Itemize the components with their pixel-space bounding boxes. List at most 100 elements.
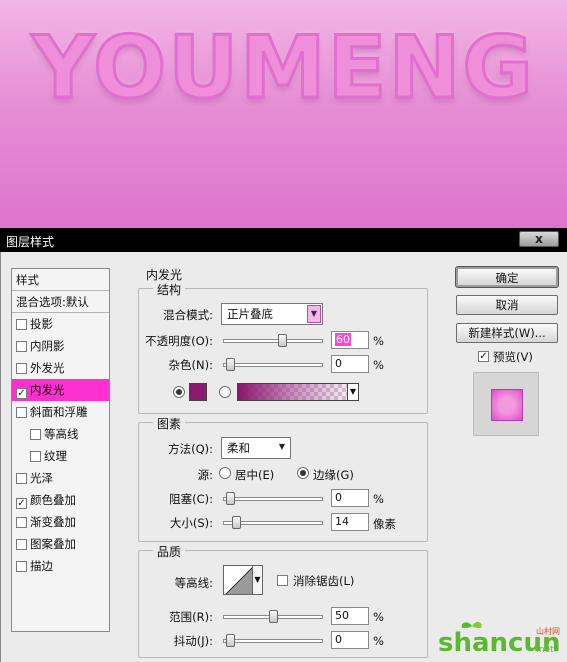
close-button[interactable]: x bbox=[519, 231, 559, 247]
chevron-down-icon: ▼ bbox=[307, 305, 321, 323]
gradient-radio[interactable] bbox=[219, 386, 231, 398]
choke-slider-knob[interactable] bbox=[226, 492, 235, 505]
solid-color-radio[interactable] bbox=[173, 386, 185, 398]
style-list-item[interactable]: 渐变叠加 bbox=[12, 511, 109, 533]
style-list-item[interactable]: 内阴影 bbox=[12, 335, 109, 357]
headline-text: YOUMENG bbox=[30, 17, 536, 120]
close-icon: x bbox=[535, 232, 543, 246]
source-edge-label[interactable]: 边缘(G) bbox=[313, 467, 354, 483]
antialias-label[interactable]: 消除锯齿(L) bbox=[293, 573, 354, 589]
style-list-item-label: 渐变叠加 bbox=[30, 515, 76, 529]
style-list-item[interactable]: 描边 bbox=[12, 555, 109, 577]
jitter-slider-knob[interactable] bbox=[226, 634, 235, 647]
watermark-logo: shancun .net 山村网 bbox=[438, 618, 564, 658]
preview-checkbox[interactable]: ✓ bbox=[478, 351, 489, 362]
elements-legend: 图素 bbox=[153, 415, 186, 432]
noise-slider-knob[interactable] bbox=[226, 358, 235, 371]
ok-button[interactable]: 确定 bbox=[455, 266, 559, 288]
glow-color-swatch[interactable] bbox=[189, 383, 207, 401]
structure-legend: 结构 bbox=[153, 281, 186, 298]
opacity-slider-knob[interactable] bbox=[278, 334, 287, 347]
range-slider[interactable] bbox=[223, 610, 323, 623]
style-list-item[interactable]: 等高线 bbox=[12, 423, 109, 445]
blend-options-item[interactable]: 混合选项:默认 bbox=[12, 291, 109, 313]
style-checkbox[interactable] bbox=[30, 429, 41, 440]
range-slider-knob[interactable] bbox=[269, 610, 278, 623]
dialog-titlebar: 图层样式 x bbox=[0, 228, 567, 252]
style-checkbox[interactable]: ✓ bbox=[16, 498, 27, 509]
method-label: 方法(Q): bbox=[168, 442, 213, 456]
opacity-input[interactable]: 60 bbox=[331, 331, 369, 349]
style-list-item[interactable]: ✓ 内发光 bbox=[12, 379, 109, 401]
contour-curve-icon bbox=[225, 567, 252, 594]
style-list-item-label: 等高线 bbox=[44, 427, 79, 441]
style-list-item[interactable]: 图案叠加 bbox=[12, 533, 109, 555]
source-edge-radio[interactable] bbox=[297, 467, 309, 479]
method-select[interactable]: 柔和 ▼ bbox=[221, 437, 291, 459]
choke-slider[interactable] bbox=[223, 492, 323, 505]
style-checkbox[interactable] bbox=[16, 561, 27, 572]
size-unit: 像素 bbox=[373, 517, 396, 531]
cancel-button[interactable]: 取消 bbox=[456, 295, 558, 315]
opacity-value: 60 bbox=[335, 333, 351, 346]
structure-group: 结构 混合模式: 正片叠底 ▼ 不透明度(O): 60 % 杂色(N): 0 %… bbox=[138, 281, 428, 414]
glow-gradient-picker[interactable]: ▼ bbox=[237, 383, 359, 401]
quality-legend: 品质 bbox=[153, 543, 186, 560]
style-list-item[interactable]: 投影 bbox=[12, 313, 109, 335]
blend-mode-label: 混合模式: bbox=[163, 308, 213, 322]
chevron-down-icon: ▼ bbox=[275, 439, 289, 457]
antialias-checkbox[interactable] bbox=[277, 575, 288, 586]
style-checkbox[interactable] bbox=[16, 407, 27, 418]
style-checkbox[interactable] bbox=[16, 539, 27, 550]
source-center-radio[interactable] bbox=[219, 467, 231, 479]
contour-picker[interactable] bbox=[223, 565, 253, 595]
svg-text:.net: .net bbox=[536, 645, 554, 655]
noise-slider[interactable] bbox=[223, 358, 323, 371]
choke-input[interactable]: 0 bbox=[331, 489, 369, 507]
style-checkbox[interactable]: ✓ bbox=[16, 388, 27, 399]
style-preview bbox=[473, 372, 539, 436]
blend-mode-value: 正片叠底 bbox=[227, 307, 273, 321]
style-checkbox[interactable] bbox=[16, 473, 27, 484]
style-checkbox[interactable] bbox=[16, 517, 27, 528]
size-slider[interactable] bbox=[223, 516, 323, 529]
style-checkbox[interactable] bbox=[30, 451, 41, 462]
chevron-down-icon: ▼ bbox=[254, 575, 261, 584]
jitter-label: 抖动(J): bbox=[173, 634, 213, 648]
style-list-item-label: 外发光 bbox=[30, 361, 65, 375]
noise-label: 杂色(N): bbox=[168, 358, 213, 372]
jitter-input[interactable]: 0 bbox=[331, 631, 369, 649]
style-list-item-label: 纹理 bbox=[44, 449, 67, 463]
style-list-item[interactable]: ✓ 颜色叠加 bbox=[12, 489, 109, 511]
style-checkbox[interactable] bbox=[16, 319, 27, 330]
elements-group: 图素 方法(Q): 柔和 ▼ 源: 居中(E) 边缘(G) 阻塞(C): 0 %… bbox=[138, 415, 428, 542]
dialog-title: 图层样式 bbox=[6, 235, 55, 249]
style-checkbox[interactable] bbox=[16, 341, 27, 352]
chevron-down-icon: ▼ bbox=[347, 383, 359, 401]
contour-dropdown[interactable]: ▼ bbox=[252, 565, 263, 595]
opacity-unit: % bbox=[373, 334, 384, 348]
style-list-item[interactable]: 光泽 bbox=[12, 467, 109, 489]
range-input[interactable]: 50 bbox=[331, 607, 369, 625]
style-list-item-label: 颜色叠加 bbox=[30, 493, 76, 507]
contour-label: 等高线: bbox=[174, 576, 213, 590]
opacity-slider[interactable] bbox=[223, 334, 323, 347]
size-label: 大小(S): bbox=[169, 516, 213, 530]
blend-mode-select[interactable]: 正片叠底 ▼ bbox=[221, 303, 323, 325]
style-list-item-label: 光泽 bbox=[30, 471, 53, 485]
style-list-item-label: 描边 bbox=[30, 559, 53, 573]
size-input[interactable]: 14 bbox=[331, 513, 369, 531]
style-list-item[interactable]: 外发光 bbox=[12, 357, 109, 379]
style-list-item[interactable]: 斜面和浮雕 bbox=[12, 401, 109, 423]
noise-input[interactable]: 0 bbox=[331, 355, 369, 373]
preview-label[interactable]: 预览(V) bbox=[493, 349, 533, 365]
size-slider-knob[interactable] bbox=[232, 516, 241, 529]
new-style-button[interactable]: 新建样式(W)... bbox=[456, 323, 558, 343]
jitter-slider[interactable] bbox=[223, 634, 323, 647]
layer-style-dialog: 样式 混合选项:默认 投影 内阴影 外发光 ✓ 内发光 斜面和浮雕 等高线 纹理 光泽 ✓ 颜色叠加… bbox=[0, 252, 567, 662]
style-list-item[interactable]: 纹理 bbox=[12, 445, 109, 467]
style-list-item-label: 图案叠加 bbox=[30, 537, 76, 551]
style-list-header[interactable]: 样式 bbox=[12, 269, 109, 291]
source-center-label[interactable]: 居中(E) bbox=[235, 467, 274, 483]
style-checkbox[interactable] bbox=[16, 363, 27, 374]
